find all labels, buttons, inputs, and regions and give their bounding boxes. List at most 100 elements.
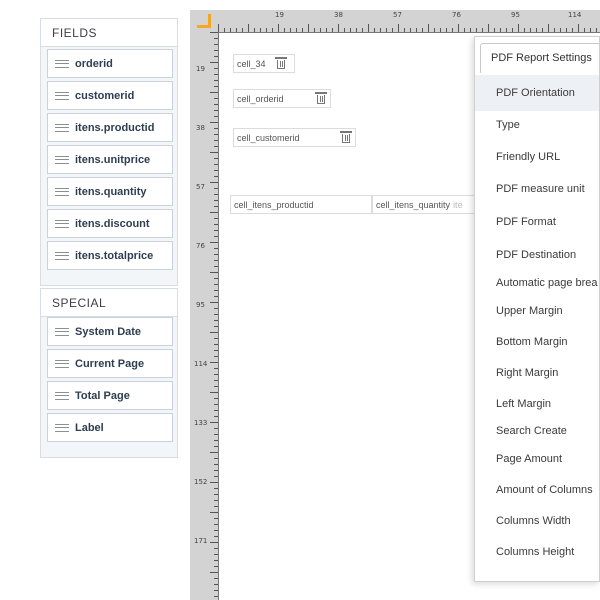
ruler-tick [210, 362, 218, 363]
ruler-tick [210, 272, 218, 273]
setting-friendly-url[interactable]: Friendly URL [475, 151, 599, 163]
drag-handle-icon [55, 423, 69, 432]
special-item-label: System Date [75, 325, 142, 338]
special-item-label: Label [75, 421, 104, 434]
setting-amount-of-columns[interactable]: Amount of Columns [475, 484, 599, 496]
ruler-label: 171 [194, 537, 208, 545]
ruler-tick [518, 24, 519, 32]
ruler-tick [308, 24, 309, 32]
field-item-label: itens.unitprice [75, 153, 151, 166]
special-item-label: Total Page [75, 389, 130, 402]
drag-handle-icon [55, 187, 69, 196]
cell-label-trailing: ite [453, 199, 463, 210]
setting-bottom-margin[interactable]: Bottom Margin [475, 336, 599, 348]
ruler-tick [488, 24, 489, 32]
field-item-label: itens.productid [75, 121, 155, 134]
setting-upper-margin[interactable]: Upper Margin [475, 305, 599, 317]
drag-handle-icon [55, 155, 69, 164]
field-item-orderid[interactable]: orderid [47, 49, 173, 78]
field-item-itens-discount[interactable]: itens.discount [47, 209, 173, 238]
cell-itens-productid[interactable]: cell_itens_productid [230, 195, 372, 214]
field-item-itens-unitprice[interactable]: itens.unitprice [47, 145, 173, 174]
ruler-tick [210, 122, 218, 123]
cell-label: cell_customerid [237, 132, 300, 143]
ruler-label: 38 [334, 11, 343, 19]
drag-handle-icon [55, 219, 69, 228]
ruler-label: 19 [196, 65, 205, 73]
setting-left-margin[interactable]: Left Margin [475, 398, 599, 410]
tab-pdf-report-settings[interactable]: PDF Report Settings [480, 43, 599, 73]
setting-pdf-orientation[interactable]: PDF Orientation [475, 75, 599, 111]
ruler-label: 76 [452, 11, 461, 19]
ruler-tick [210, 572, 218, 573]
drag-handle-icon [55, 251, 69, 260]
cell-label: cell_itens_productid [234, 199, 314, 210]
drag-handle-icon [55, 123, 69, 132]
left-panel: FIELDS SPECIAL orderid customerid itens.… [30, 10, 190, 600]
ruler-tick [578, 24, 579, 32]
drag-handle-icon [55, 359, 69, 368]
cell-customerid[interactable]: cell_customerid [233, 128, 356, 147]
ruler-tick [210, 182, 218, 183]
ruler-label: 38 [196, 124, 205, 132]
ruler-label: 95 [196, 301, 205, 309]
special-item-total-page[interactable]: Total Page [47, 381, 173, 410]
ruler-origin-marker[interactable] [197, 14, 211, 28]
setting-page-amount[interactable]: Page Amount [475, 453, 599, 465]
special-item-label: Current Page [75, 357, 145, 370]
ruler-label: 95 [511, 11, 520, 19]
setting-columns-width[interactable]: Columns Width [475, 515, 599, 527]
pdf-settings-panel: PDF Report Settings PDF Orientation Type… [474, 36, 600, 582]
setting-columns-height[interactable]: Columns Height [475, 546, 599, 558]
setting-pdf-format[interactable]: PDF Format [475, 216, 599, 228]
drag-handle-icon [55, 59, 69, 68]
field-item-itens-quantity[interactable]: itens.quantity [47, 177, 173, 206]
field-item-itens-productid[interactable]: itens.productid [47, 113, 173, 142]
ruler-tick [210, 542, 218, 543]
cell-label: cell_itens_quantity [376, 199, 451, 210]
special-item-current-page[interactable]: Current Page [47, 349, 173, 378]
field-item-label: itens.discount [75, 217, 150, 230]
special-item-label-field[interactable]: Label [47, 413, 173, 442]
setting-search-create[interactable]: Search Create [475, 425, 599, 437]
ruler-tick [398, 24, 399, 32]
ruler-label: 76 [196, 242, 205, 250]
ruler-tick [210, 392, 218, 393]
field-item-itens-totalprice[interactable]: itens.totalprice [47, 241, 173, 270]
setting-automatic-page-break[interactable]: Automatic page brea [475, 277, 599, 289]
field-item-label: orderid [75, 57, 113, 70]
setting-pdf-destination[interactable]: PDF Destination [475, 249, 599, 261]
ruler-tick [210, 152, 218, 153]
field-item-customerid[interactable]: customerid [47, 81, 173, 110]
special-item-system-date[interactable]: System Date [47, 317, 173, 346]
vertical-ruler: 19 38 57 76 95 114 133 152 171 [190, 32, 218, 600]
ruler-tick [210, 92, 218, 93]
ruler-tick [248, 24, 249, 32]
drag-handle-icon [55, 91, 69, 100]
ruler-tick [210, 32, 218, 33]
cell-label: cell_orderid [237, 93, 284, 104]
ruler-tick [210, 302, 218, 303]
ruler-tick [210, 452, 218, 453]
trash-icon[interactable] [275, 57, 287, 69]
horizontal-ruler: 19 38 57 76 95 114 [218, 10, 600, 32]
ruler-tick [338, 24, 339, 32]
drag-handle-icon [55, 391, 69, 400]
ruler-label: 114 [194, 360, 208, 368]
field-item-label: itens.quantity [75, 185, 147, 198]
ruler-label: 114 [568, 11, 582, 19]
ruler-tick [210, 242, 218, 243]
special-group-title: SPECIAL [41, 289, 177, 317]
setting-type[interactable]: Type [475, 119, 599, 131]
ruler-label: 133 [194, 419, 208, 427]
setting-pdf-measure-unit[interactable]: PDF measure unit [475, 183, 599, 195]
field-item-label: itens.totalprice [75, 249, 154, 262]
ruler-tick [548, 24, 549, 32]
ruler-tick [210, 332, 218, 333]
drag-handle-icon [55, 327, 69, 336]
setting-right-margin[interactable]: Right Margin [475, 367, 599, 379]
cell-itens-quantity[interactable]: cell_itens_quantity ite [372, 195, 476, 214]
ruler-label: 57 [196, 183, 205, 191]
trash-icon[interactable] [340, 131, 352, 143]
trash-icon[interactable] [315, 92, 327, 104]
